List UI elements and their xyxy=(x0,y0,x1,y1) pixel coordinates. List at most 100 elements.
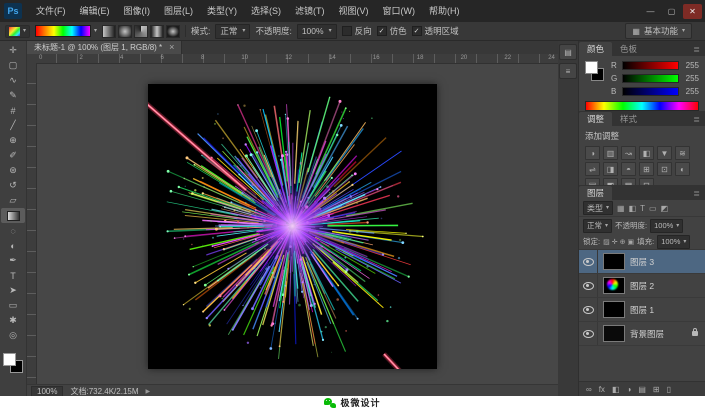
tab-layers[interactable]: 图层 xyxy=(579,186,612,200)
tab-swatches[interactable]: 色板 xyxy=(612,42,645,56)
gradient-picker[interactable]: ▾ xyxy=(35,25,97,37)
tool-eraser[interactable]: ▱ xyxy=(1,193,25,208)
adjustment-icon-levels[interactable]: ▥ xyxy=(603,146,618,160)
tool-healing-brush[interactable]: ⊕ xyxy=(1,133,25,148)
lock-transparent-icon[interactable]: ▨ xyxy=(603,238,610,246)
tool-lasso[interactable]: ∿ xyxy=(1,73,25,88)
tool-move[interactable]: ✛ xyxy=(1,43,25,58)
foreground-color-swatch[interactable] xyxy=(3,353,16,366)
menu-help[interactable]: 帮助(H) xyxy=(422,0,467,22)
close-button[interactable]: ✕ xyxy=(683,4,702,19)
layer-row-layer-1[interactable]: 图层 1 xyxy=(579,298,705,322)
reflected-gradient-button[interactable] xyxy=(150,25,164,38)
lock-pixels-icon[interactable]: ✛ xyxy=(612,238,618,246)
layer-visibility-toggle[interactable] xyxy=(579,274,598,297)
layer-name[interactable]: 图层 1 xyxy=(630,304,654,316)
color-spectrum-ramp[interactable] xyxy=(585,101,699,111)
panel-color-swatches[interactable] xyxy=(585,61,604,81)
filter-pixel-icon[interactable]: ▦ xyxy=(617,204,625,213)
tool-clone-stamp[interactable]: ⊛ xyxy=(1,163,25,178)
layer-visibility-toggle[interactable] xyxy=(579,322,598,345)
restore-button[interactable]: ▢ xyxy=(662,4,681,19)
new-adjustment-icon[interactable]: ◑ xyxy=(627,385,632,394)
canvas-area[interactable]: 0 2 4 6 8 10 12 14 16 18 20 22 24 xyxy=(27,54,558,384)
menu-image[interactable]: 图像(I) xyxy=(117,0,158,22)
link-layers-icon[interactable]: ∞ xyxy=(586,385,592,394)
layer-thumbnail[interactable] xyxy=(603,253,625,270)
layer-thumbnail[interactable] xyxy=(603,277,625,294)
layer-row-layer-3[interactable]: 图层 3 xyxy=(579,250,705,274)
adjustment-icon-curves[interactable]: ↝ xyxy=(621,146,636,160)
layer-blend-mode-select[interactable]: 正常 ▾ xyxy=(583,219,612,233)
blend-mode-select[interactable]: 正常 ▾ xyxy=(215,24,250,39)
status-expand-icon[interactable]: ▶ xyxy=(146,388,151,395)
menu-window[interactable]: 窗口(W) xyxy=(376,0,423,22)
tool-type[interactable]: T xyxy=(1,268,25,283)
adjustment-icon-brightness-contrast[interactable]: ◑ xyxy=(585,146,600,160)
foreground-color-swatch[interactable] xyxy=(585,61,598,74)
menu-view[interactable]: 视图(V) xyxy=(332,0,376,22)
filter-shape-icon[interactable]: ▭ xyxy=(649,204,657,213)
tab-color[interactable]: 颜色 xyxy=(579,42,612,56)
menu-select[interactable]: 选择(S) xyxy=(244,0,288,22)
layer-visibility-toggle[interactable] xyxy=(579,298,598,321)
panel-menu-icon[interactable]: ≣ xyxy=(688,189,705,200)
adjustment-icon-vibrance[interactable]: ▼ xyxy=(657,146,672,160)
lock-position-icon[interactable]: ⊕ xyxy=(620,238,626,246)
tab-adjustments[interactable]: 调整 xyxy=(579,112,612,126)
adjustment-icon-black-white[interactable]: ◨ xyxy=(603,162,618,176)
document-tab[interactable]: 未标题-1 @ 100% (图层 1, RGB/8) * × xyxy=(27,41,182,54)
tool-shape[interactable]: ▭ xyxy=(1,298,25,313)
panel-menu-icon[interactable]: ≣ xyxy=(688,45,705,56)
blue-value[interactable]: 255 xyxy=(683,87,699,96)
color-swatches[interactable] xyxy=(3,353,23,373)
tab-styles[interactable]: 样式 xyxy=(612,112,645,126)
tool-gradient[interactable] xyxy=(1,208,25,223)
tool-marquee[interactable]: ▢ xyxy=(1,58,25,73)
reverse-checkbox[interactable]: 反向 xyxy=(342,25,372,37)
layer-name[interactable]: 图层 2 xyxy=(630,280,654,292)
red-value[interactable]: 255 xyxy=(683,61,699,70)
transparency-checkbox[interactable]: ✓ 透明区域 xyxy=(412,25,459,37)
dither-checkbox[interactable]: ✓ 仿色 xyxy=(377,25,407,37)
filter-text-icon[interactable]: T xyxy=(640,204,645,213)
layer-thumbnail[interactable] xyxy=(603,301,625,318)
minimize-button[interactable]: — xyxy=(641,4,660,19)
opacity-select[interactable]: 100% ▾ xyxy=(297,24,337,39)
layer-thumbnail[interactable] xyxy=(603,325,625,342)
add-mask-icon[interactable]: ◧ xyxy=(612,385,620,394)
zoom-level-field[interactable]: 100% xyxy=(31,386,63,397)
menu-edit[interactable]: 编辑(E) xyxy=(73,0,117,22)
menu-file[interactable]: 文件(F) xyxy=(29,0,73,22)
diamond-gradient-button[interactable] xyxy=(166,25,180,38)
red-slider[interactable] xyxy=(622,61,679,70)
history-panel-icon[interactable]: ▤ xyxy=(559,44,577,60)
tool-dodge[interactable]: ◐ xyxy=(1,238,25,253)
angle-gradient-button[interactable] xyxy=(134,25,148,38)
adjustment-icon-hue-saturation[interactable]: ≋ xyxy=(675,146,690,160)
adjustment-icon-color-lookup[interactable]: ⊡ xyxy=(657,162,672,176)
layer-name[interactable]: 背景图层 xyxy=(630,328,664,340)
green-slider[interactable] xyxy=(622,74,679,83)
tool-blur[interactable]: ◌ xyxy=(1,223,25,238)
properties-panel-icon[interactable]: ≡ xyxy=(559,63,577,79)
adjustment-icon-exposure[interactable]: ◧ xyxy=(639,146,654,160)
tool-quick-select[interactable]: ✎ xyxy=(1,88,25,103)
green-value[interactable]: 255 xyxy=(683,74,699,83)
filter-type-select[interactable]: 类型 ▾ xyxy=(583,201,613,215)
layer-opacity-select[interactable]: 100% ▾ xyxy=(650,219,683,233)
layer-row-layer-2[interactable]: 图层 2 xyxy=(579,274,705,298)
filter-adjustment-icon[interactable]: ◧ xyxy=(629,204,637,213)
tool-preset-picker[interactable]: ▾ xyxy=(5,25,30,38)
layer-visibility-toggle[interactable] xyxy=(579,250,598,273)
layer-style-icon[interactable]: fx xyxy=(599,385,605,394)
linear-gradient-button[interactable] xyxy=(102,25,116,38)
workspace-switcher[interactable]: ▦ 基本功能 ▾ xyxy=(625,23,692,39)
new-layer-icon[interactable]: ⊞ xyxy=(653,385,660,394)
lock-all-icon[interactable]: ▣ xyxy=(627,238,634,246)
tool-hand[interactable]: ✱ xyxy=(1,313,25,328)
layer-row-background[interactable]: 背景图层 xyxy=(579,322,705,346)
tool-eyedropper[interactable]: ╱ xyxy=(1,118,25,133)
adjustment-icon-color-balance[interactable]: ⇌ xyxy=(585,162,600,176)
tool-path-select[interactable]: ➤ xyxy=(1,283,25,298)
